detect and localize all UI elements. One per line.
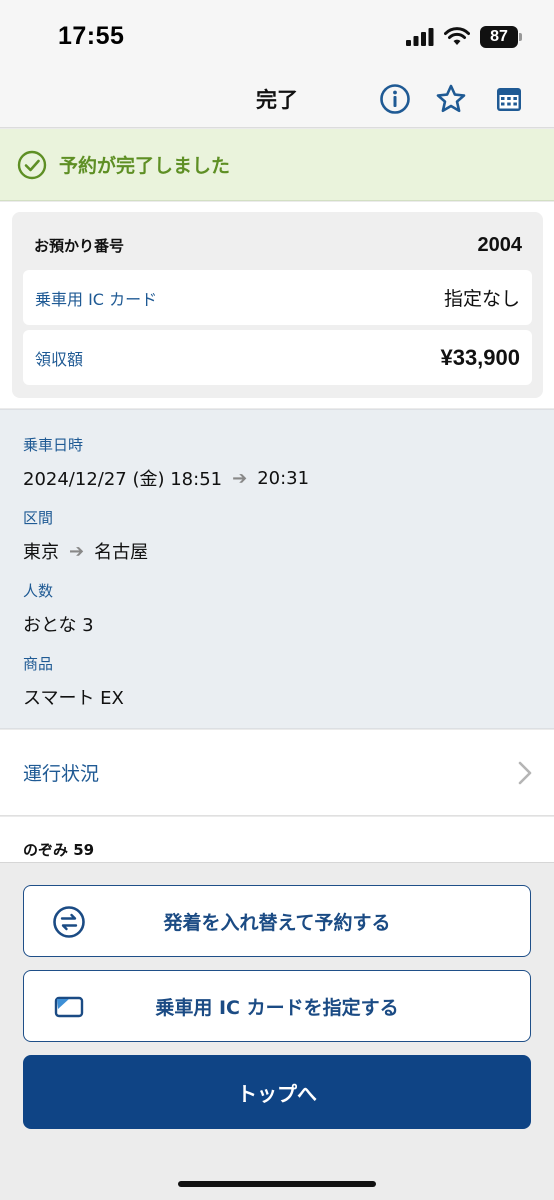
- datetime-value: 2024/12/27 (金) 18:51 ➔ 20:31: [23, 465, 309, 491]
- section-value: 東京 ➔ 名古屋: [23, 538, 148, 564]
- summary-section: お預かり番号 2004 乗車用 IC カード 指定なし 領収額 ¥33,900: [0, 202, 554, 408]
- success-banner: 予約が完了しました: [0, 129, 554, 201]
- people-value: おとな 3: [23, 615, 94, 636]
- star-icon: [436, 84, 466, 113]
- section-label: 区間: [23, 509, 54, 527]
- train-row: のぞみ 59: [0, 817, 554, 863]
- battery-indicator: 87: [480, 26, 522, 48]
- page-title: 完了: [256, 88, 298, 112]
- operation-status-label: 運行状況: [23, 763, 100, 785]
- swap-icon: [52, 905, 86, 939]
- arrival-time: 20:31: [257, 467, 310, 489]
- home-indicator: [178, 1181, 376, 1187]
- to-station: 名古屋: [94, 542, 149, 563]
- departure-datetime: 2024/12/27 (金) 18:51: [23, 469, 223, 490]
- status-time: 17:55: [58, 22, 125, 50]
- status-bar: 17:55 87: [0, 0, 554, 70]
- receipt-row: 領収額 ¥33,900: [23, 330, 532, 385]
- nav-bar: 完了: [0, 70, 554, 128]
- operation-status-link[interactable]: 運行状況: [0, 730, 554, 816]
- ic-card-value: 指定なし: [443, 288, 520, 310]
- check-circle-icon: [17, 150, 47, 179]
- ic-card-label: 乗車用 IC カード: [35, 289, 158, 309]
- train-name: のぞみ 59: [23, 841, 95, 859]
- set-ic-card-label: 乗車用 IC カードを指定する: [155, 996, 399, 1019]
- reference-label: お預かり番号: [34, 237, 125, 255]
- ic-card-icon: [52, 990, 86, 1024]
- receipt-amount: ¥33,900: [440, 344, 520, 370]
- bottom-action-panel: 発着を入れ替えて予約する 乗車用 IC カードを指定する トップへ: [0, 863, 554, 1200]
- calendar-icon: [497, 88, 521, 111]
- reference-row: お預かり番号 2004: [34, 234, 522, 257]
- arrow-right-icon: ➔: [69, 540, 85, 562]
- top-page-button[interactable]: トップへ: [23, 1055, 531, 1129]
- ic-card-row: 乗車用 IC カード 指定なし: [23, 270, 532, 325]
- people-label: 人数: [23, 582, 54, 600]
- product-value: スマート EX: [23, 688, 124, 709]
- calendar-button[interactable]: [492, 82, 526, 116]
- favorite-button[interactable]: [434, 82, 468, 116]
- status-icons: 87: [406, 24, 522, 50]
- chevron-right-icon: [518, 761, 532, 784]
- wifi-icon: [444, 27, 470, 45]
- trip-details: 乗車日時 2024/12/27 (金) 18:51 ➔ 20:31 区間 東京 …: [0, 409, 554, 729]
- success-message: 予約が完了しました: [59, 155, 231, 177]
- receipt-label: 領収額: [35, 349, 84, 369]
- signal-icon: [406, 28, 434, 46]
- set-ic-card-button[interactable]: 乗車用 IC カードを指定する: [23, 970, 531, 1042]
- reference-number: 2004: [477, 234, 523, 256]
- info-icon: [380, 84, 410, 114]
- product-label: 商品: [23, 655, 54, 673]
- swap-reserve-label: 発着を入れ替えて予約する: [163, 911, 391, 934]
- datetime-label: 乗車日時: [23, 436, 84, 454]
- info-button[interactable]: [378, 82, 412, 116]
- swap-reserve-button[interactable]: 発着を入れ替えて予約する: [23, 885, 531, 957]
- summary-card: お預かり番号 2004 乗車用 IC カード 指定なし 領収額 ¥33,900: [12, 212, 543, 398]
- from-station: 東京: [23, 542, 59, 563]
- arrow-right-icon: ➔: [232, 467, 248, 489]
